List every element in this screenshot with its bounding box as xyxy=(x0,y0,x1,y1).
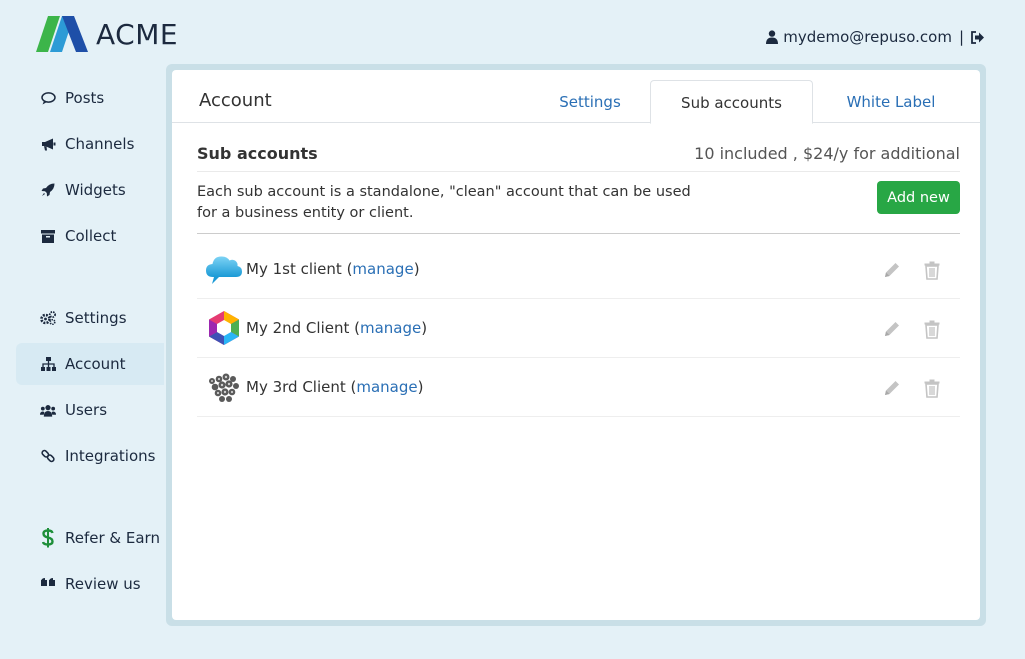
sidebar-item-label: Settings xyxy=(65,309,127,327)
quota-info: 10 included , $24/y for additional xyxy=(694,144,960,163)
dots-logo-icon xyxy=(209,373,239,402)
sidebar: Posts Channels Widgets Collect Settings … xyxy=(16,77,164,609)
rocket-icon xyxy=(40,182,56,198)
hexagon-logo-icon xyxy=(209,311,239,345)
users-icon xyxy=(40,402,56,418)
link-icon xyxy=(40,448,56,464)
brand-logo[interactable]: ACME xyxy=(36,16,178,52)
tab-sub-accounts[interactable]: Sub accounts xyxy=(650,80,813,124)
sidebar-item-label: Collect xyxy=(65,227,117,245)
client-row: My 3rd Client (manage) xyxy=(197,358,960,417)
sitemap-icon xyxy=(40,356,56,372)
sidebar-item-integrations[interactable]: Integrations xyxy=(16,435,164,477)
tab-settings[interactable]: Settings xyxy=(530,80,650,123)
edit-icon[interactable] xyxy=(882,260,902,280)
tab-white-label[interactable]: White Label xyxy=(813,80,969,123)
client-name: My 3rd Client (manage) xyxy=(246,378,424,396)
client-name: My 1st client (manage) xyxy=(246,260,420,278)
manage-link[interactable]: manage xyxy=(352,260,413,278)
sidebar-item-label: Refer & Earn xyxy=(65,529,160,547)
row-actions xyxy=(862,260,942,280)
sidebar-item-label: Account xyxy=(65,355,126,373)
trash-icon[interactable] xyxy=(922,260,942,280)
row-actions xyxy=(862,378,942,398)
manage-link[interactable]: manage xyxy=(360,319,421,337)
user-menu: mydemo@repuso.com | xyxy=(766,28,985,46)
sidebar-item-label: Review us xyxy=(65,575,141,593)
sub-accounts-header: Sub accounts 10 included , $24/y for add… xyxy=(197,144,960,163)
trash-icon[interactable] xyxy=(922,319,942,339)
sign-out-icon[interactable] xyxy=(971,30,985,44)
user-email[interactable]: mydemo@repuso.com xyxy=(783,28,952,46)
sidebar-item-label: Channels xyxy=(65,135,135,153)
divider xyxy=(197,233,960,234)
page-title: Account xyxy=(199,90,272,111)
manage-link[interactable]: manage xyxy=(356,378,417,396)
sidebar-item-label: Integrations xyxy=(65,447,156,465)
sidebar-item-label: Widgets xyxy=(65,181,126,199)
section-description: Each sub account is a standalone, "clean… xyxy=(197,184,691,221)
quote-icon xyxy=(40,576,56,592)
client-row: My 1st client (manage) xyxy=(197,240,960,299)
sidebar-item-widgets[interactable]: Widgets xyxy=(16,169,164,211)
header-separator: | xyxy=(958,28,964,46)
acme-logo-icon xyxy=(36,16,88,52)
sidebar-item-users[interactable]: Users xyxy=(16,389,164,431)
megaphone-icon xyxy=(40,136,56,152)
sidebar-item-refer-earn[interactable]: Refer & Earn xyxy=(16,517,164,559)
edit-icon[interactable] xyxy=(882,378,902,398)
sidebar-item-settings[interactable]: Settings xyxy=(16,297,164,339)
sidebar-item-account[interactable]: Account xyxy=(16,343,164,385)
user-icon xyxy=(766,30,779,44)
account-card: Account Settings Sub accounts White Labe… xyxy=(172,70,980,620)
edit-icon[interactable] xyxy=(882,319,902,339)
comment-icon xyxy=(40,90,56,106)
archive-icon xyxy=(40,228,56,244)
sidebar-item-posts[interactable]: Posts xyxy=(16,77,164,119)
sidebar-item-collect[interactable]: Collect xyxy=(16,215,164,257)
add-new-button[interactable]: Add new xyxy=(877,181,960,214)
row-actions xyxy=(862,319,942,339)
sidebar-item-label: Posts xyxy=(65,89,105,107)
client-row: My 2nd Client (manage) xyxy=(197,299,960,358)
cloud-logo-icon xyxy=(206,256,242,284)
dollar-icon xyxy=(40,528,56,548)
card-header: Account Settings Sub accounts White Labe… xyxy=(172,70,980,124)
sidebar-item-channels[interactable]: Channels xyxy=(16,123,164,165)
sidebar-item-review-us[interactable]: Review us xyxy=(16,563,164,605)
account-tabs: Settings Sub accounts White Label xyxy=(530,80,969,124)
sidebar-item-label: Users xyxy=(65,401,108,419)
client-name: My 2nd Client (manage) xyxy=(246,319,428,337)
client-list: My 1st client (manage) My 2nd Client (ma… xyxy=(197,240,960,417)
section-title: Sub accounts xyxy=(197,144,318,163)
trash-icon[interactable] xyxy=(922,378,942,398)
gears-icon xyxy=(40,310,56,326)
divider xyxy=(197,171,960,172)
brand-name: ACME xyxy=(96,17,179,51)
